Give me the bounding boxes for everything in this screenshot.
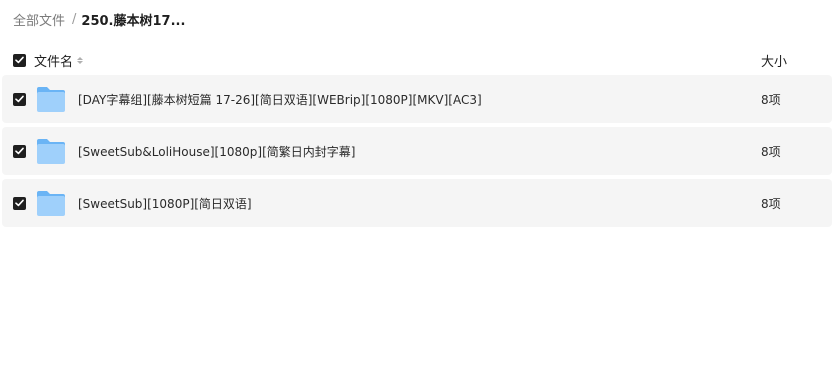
breadcrumb: 全部文件 / 250.藤本树17...	[13, 10, 186, 29]
breadcrumb-current-folder: 250.藤本树17...	[81, 13, 186, 29]
breadcrumb-root-link[interactable]: 全部文件	[13, 10, 65, 29]
sort-icon[interactable]	[77, 56, 84, 64]
checkmark-icon	[15, 56, 24, 64]
checkmark-icon	[15, 199, 24, 207]
folder-icon	[37, 190, 65, 216]
list-item[interactable]: [DAY字幕组][藤本树短篇 17-26][简日双语][WEBrip][1080…	[2, 75, 832, 123]
file-browser: 全部文件 / 250.藤本树17... 文件名 大小 [DAY字幕组][藤本树短…	[0, 0, 832, 376]
row-checkbox[interactable]	[13, 196, 26, 210]
row-checkbox[interactable]	[13, 144, 26, 158]
file-name[interactable]: [SweetSub&LoliHouse][1080p][简繁日内封字幕]	[78, 143, 355, 160]
file-size: 8项	[761, 196, 781, 211]
list-item[interactable]: [SweetSub&LoliHouse][1080p][简繁日内封字幕] 8项	[2, 127, 832, 175]
folder-icon	[37, 138, 65, 164]
row-checkbox[interactable]	[13, 92, 26, 106]
select-all-checkbox[interactable]	[13, 53, 26, 67]
name-column-header[interactable]: 文件名	[34, 51, 84, 70]
file-list: [DAY字幕组][藤本树短篇 17-26][简日双语][WEBrip][1080…	[2, 75, 832, 231]
folder-icon	[37, 86, 65, 112]
checkmark-icon	[15, 95, 24, 103]
file-size: 8项	[761, 92, 781, 107]
file-name[interactable]: [SweetSub][1080P][简日双语]	[78, 195, 252, 212]
name-column-label: 文件名	[34, 54, 74, 70]
checkmark-icon	[15, 147, 24, 155]
file-size: 8项	[761, 144, 781, 159]
file-name[interactable]: [DAY字幕组][藤本树短篇 17-26][简日双语][WEBrip][1080…	[78, 91, 482, 108]
size-column-header[interactable]: 大小	[761, 51, 787, 70]
breadcrumb-separator: /	[72, 11, 77, 27]
file-list-header: 文件名 大小	[0, 49, 832, 71]
list-item[interactable]: [SweetSub][1080P][简日双语] 8项	[2, 179, 832, 227]
